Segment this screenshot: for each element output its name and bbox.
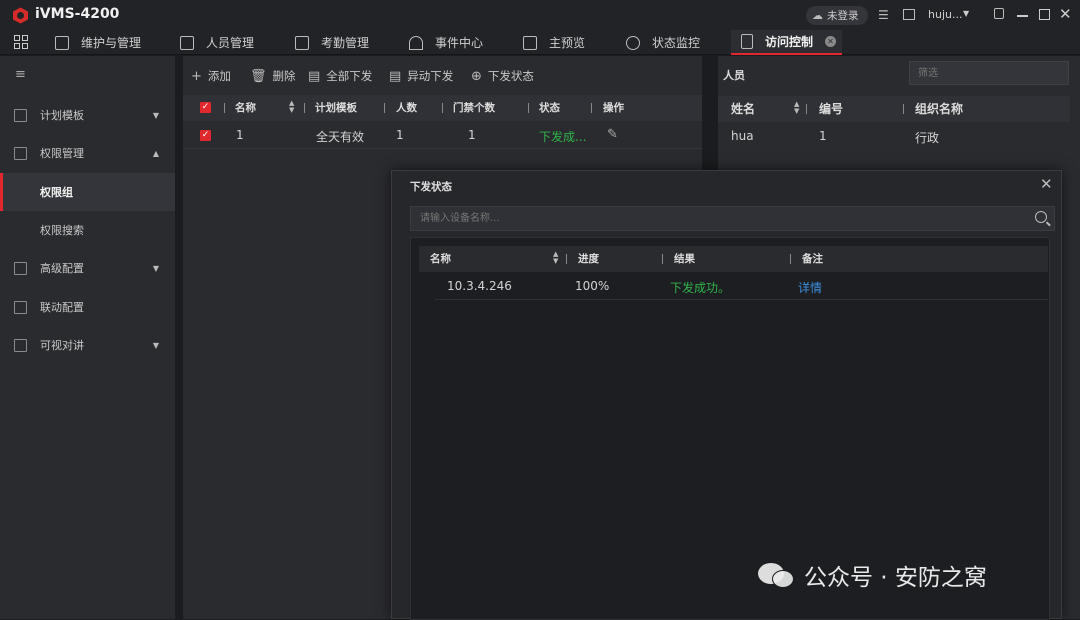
- table-row[interactable]: ✓ 1 全天有效 1 1 下发成... ✎: [183, 123, 702, 149]
- col-note: 备注: [802, 253, 823, 265]
- person-card-icon: [180, 35, 194, 50]
- filter-input[interactable]: [909, 61, 1069, 85]
- intercom-icon: [14, 338, 27, 352]
- tab-attendance[interactable]: 考勤管理: [295, 30, 369, 55]
- col-template: 计划模板: [315, 102, 357, 114]
- download-circle-icon: ⊕: [471, 68, 482, 84]
- status-text: 下发成...: [539, 130, 587, 144]
- hamburger-icon[interactable]: ≡: [15, 67, 26, 82]
- plus-icon: +: [191, 68, 202, 84]
- sidebar-item-video-intercom[interactable]: 可视对讲 ▼: [0, 326, 175, 364]
- issue-icon: ▤: [308, 68, 321, 84]
- tab-person-management[interactable]: 人员管理: [180, 30, 254, 55]
- sort-icon[interactable]: ▲ ▼: [289, 100, 294, 114]
- edit-icon[interactable]: ✎: [607, 127, 618, 142]
- col-actions: 操作: [603, 102, 624, 114]
- tab-status-monitor[interactable]: 状态监控: [626, 30, 700, 55]
- maximize-icon[interactable]: [1039, 9, 1050, 20]
- tab-access-control[interactable]: 访问控制 ✕: [731, 30, 842, 55]
- app-logo-icon: [12, 7, 29, 24]
- linkage-icon: [14, 300, 27, 314]
- select-all-checkbox[interactable]: ✓: [200, 102, 211, 113]
- user-name[interactable]: huju...: [928, 8, 962, 21]
- col-progress: 进度: [578, 253, 599, 265]
- title-bar: iVMS-4200 ☁ 未登录 ☰ huju... ▼ ✕: [0, 0, 1080, 30]
- tab-maintenance[interactable]: 维护与管理: [55, 30, 141, 55]
- app-title: iVMS-4200: [35, 6, 120, 22]
- chevron-down-icon: ▼: [152, 340, 159, 350]
- maintenance-icon: [55, 35, 69, 50]
- col-org-name: 组织名称: [915, 102, 964, 116]
- search-icon[interactable]: [1035, 211, 1047, 223]
- chevron-down-icon[interactable]: ▼: [963, 9, 969, 18]
- grid-menu-icon[interactable]: [14, 35, 28, 49]
- alarm-icon: [409, 35, 423, 50]
- table-row[interactable]: 10.3.4.246 100% 下发成功。 详情: [435, 274, 1048, 300]
- issue-status-dialog: 下发状态 ✕ 名称 ▲▼ 进度 结果 备注 10.3.4.246 100% 下发…: [391, 170, 1062, 620]
- trash-icon: 🗑: [250, 68, 267, 84]
- issue-status-button[interactable]: ⊕ 下发状态: [471, 68, 534, 84]
- sidebar-item-permission-group[interactable]: 权限组: [0, 173, 175, 211]
- image-icon[interactable]: [903, 9, 915, 20]
- col-result: 结果: [674, 253, 695, 265]
- login-status-label: 未登录: [827, 10, 859, 22]
- briefcase-icon: [14, 146, 27, 160]
- col-device-name[interactable]: 名称: [430, 246, 451, 272]
- sidebar: ≡ 计划模板 ▼ 权限管理 ▲ 权限组 权限搜索 高级配置 ▼ 联动配置 可视对讲 ▼: [0, 56, 175, 619]
- col-person-name[interactable]: 姓名: [731, 96, 755, 122]
- dialog-close-icon[interactable]: ✕: [1040, 175, 1053, 193]
- watermark: 公众号 · 安防之窝: [758, 558, 987, 592]
- door-icon: [741, 34, 753, 49]
- login-status-button[interactable]: ☁ 未登录: [806, 6, 868, 25]
- advanced-config-icon: [14, 261, 27, 275]
- col-status: 状态: [539, 102, 560, 114]
- tab-main-view[interactable]: 主预览: [523, 30, 585, 55]
- sidebar-item-linkage-config[interactable]: 联动配置: [0, 288, 175, 326]
- lock-icon[interactable]: [994, 8, 1004, 19]
- col-person-id: 编号: [819, 102, 844, 116]
- details-link[interactable]: 详情: [798, 279, 822, 296]
- issue-all-button[interactable]: ▤ 全部下发: [308, 68, 372, 84]
- sidebar-item-permission-management[interactable]: 权限管理 ▲: [0, 134, 175, 172]
- device-table-header: 名称 ▲ ▼ 进度 结果 备注: [419, 246, 1048, 272]
- status-gauge-icon: [626, 35, 640, 50]
- sort-icon[interactable]: ▲ ▼: [794, 101, 799, 115]
- wechat-icon: [758, 560, 796, 590]
- tab-close-icon[interactable]: ✕: [825, 36, 837, 47]
- person-panel-title: 人员: [723, 69, 745, 82]
- sidebar-item-permission-search[interactable]: 权限搜索: [0, 211, 175, 249]
- delete-button[interactable]: 🗑 删除: [250, 68, 296, 84]
- issue-change-icon: ▤: [389, 68, 402, 84]
- person-table-header: 姓名 ▲ ▼ 编号 组织名称: [718, 96, 1070, 122]
- sidebar-item-advanced-config[interactable]: 高级配置 ▼: [0, 249, 175, 287]
- col-name[interactable]: 名称: [235, 95, 256, 121]
- calendar-icon: [295, 35, 309, 50]
- tab-event-center[interactable]: 事件中心: [409, 30, 483, 55]
- device-search-input[interactable]: [410, 206, 1055, 231]
- col-people: 人数: [396, 102, 417, 114]
- col-doors: 门禁个数: [453, 102, 495, 114]
- close-icon[interactable]: ✕: [1059, 5, 1072, 23]
- cloud-icon: ☁: [812, 9, 823, 22]
- issue-changes-button[interactable]: ▤ 异动下发: [389, 68, 453, 84]
- sort-icon[interactable]: ▲ ▼: [553, 251, 558, 265]
- chevron-up-icon: ▲: [152, 148, 159, 158]
- list-item[interactable]: hua 1 行政: [718, 124, 1070, 150]
- minimize-icon[interactable]: [1017, 15, 1028, 17]
- chevron-down-icon: ▼: [152, 110, 159, 120]
- sidebar-item-schedule-template[interactable]: 计划模板 ▼: [0, 96, 175, 134]
- add-button[interactable]: + 添加: [191, 68, 231, 84]
- template-icon: [14, 108, 27, 122]
- result-text: 下发成功。: [670, 281, 731, 295]
- chevron-down-icon: ▼: [152, 263, 159, 273]
- list-icon[interactable]: ☰: [878, 8, 889, 22]
- dialog-title: 下发状态: [410, 181, 452, 193]
- group-table-header: ✓ 名称 ▲ ▼ 计划模板 人数 门禁个数 状态 操作: [183, 95, 702, 121]
- monitor-icon: [523, 35, 537, 50]
- module-tab-bar: 维护与管理 人员管理 考勤管理 事件中心 主预览 状态监控 访问控制 ✕: [0, 30, 1080, 55]
- row-checkbox[interactable]: ✓: [200, 130, 211, 141]
